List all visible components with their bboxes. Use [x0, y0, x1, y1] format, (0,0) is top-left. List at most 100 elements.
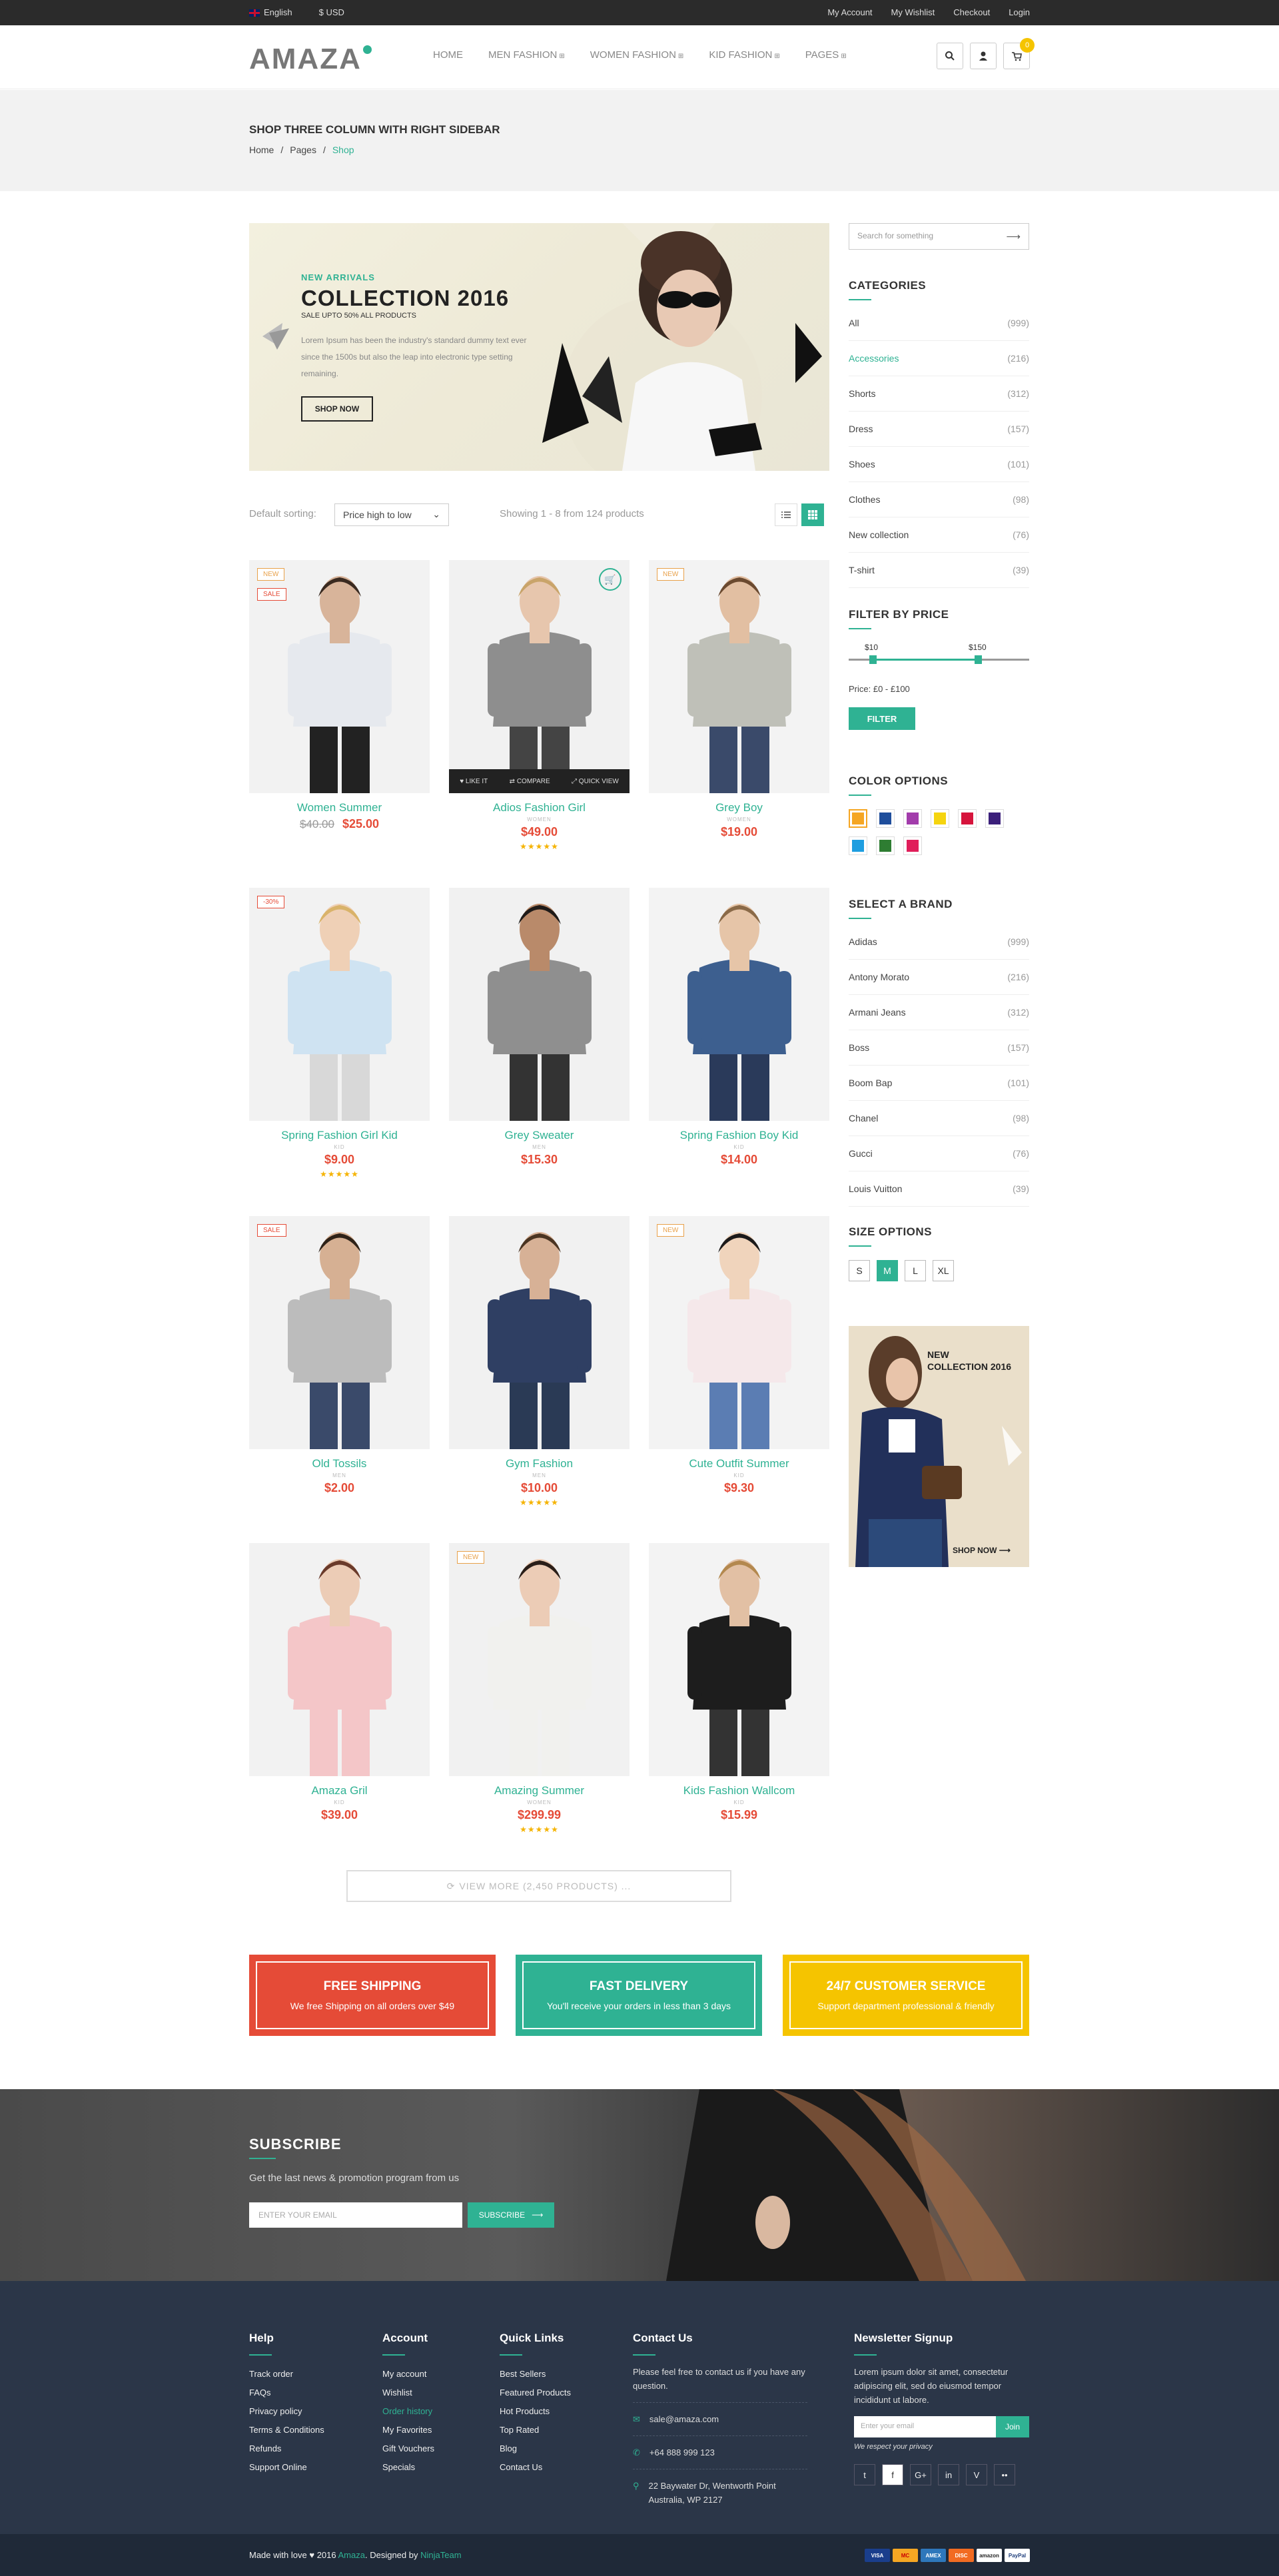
- product-card[interactable]: Gym Fashion MEN $10.00 ★★★★★: [449, 1216, 630, 1507]
- category-item[interactable]: T-shirt (39): [849, 553, 1029, 588]
- category-item[interactable]: Shoes (101): [849, 447, 1029, 482]
- flickr-icon[interactable]: ••: [994, 2464, 1015, 2485]
- color-swatch[interactable]: [931, 809, 949, 828]
- footer-link[interactable]: Wishlist: [382, 2384, 434, 2402]
- footer-link[interactable]: Support Online: [249, 2458, 324, 2477]
- my-wishlist-link[interactable]: My Wishlist: [891, 7, 935, 17]
- color-swatch[interactable]: [903, 836, 922, 855]
- color-swatch[interactable]: [876, 836, 895, 855]
- product-name[interactable]: Kids Fashion Wallcom: [649, 1784, 829, 1797]
- newsletter-join-button[interactable]: Join: [996, 2416, 1029, 2437]
- brand-item[interactable]: Boss (157): [849, 1030, 1029, 1066]
- footer-link[interactable]: Best Sellers: [500, 2365, 571, 2384]
- cart-button[interactable]: 0: [1003, 38, 1035, 69]
- product-card[interactable]: SALE Old Tossils MEN $2.00: [249, 1216, 430, 1495]
- subscribe-email-input[interactable]: ENTER YOUR EMAIL: [249, 2202, 462, 2228]
- category-item[interactable]: Accessories (216): [849, 341, 1029, 376]
- size-m[interactable]: M: [877, 1260, 898, 1281]
- list-view-button[interactable]: [775, 503, 797, 526]
- checkout-link[interactable]: Checkout: [953, 7, 990, 17]
- product-name[interactable]: Old Tossils: [249, 1457, 430, 1470]
- product-card[interactable]: Grey Sweater MEN $15.30: [449, 888, 630, 1167]
- size-s[interactable]: S: [849, 1260, 870, 1281]
- color-swatch[interactable]: [903, 809, 922, 828]
- footer-link[interactable]: Refunds: [249, 2439, 324, 2458]
- product-card[interactable]: Kids Fashion Wallcom KID $15.99: [649, 1543, 829, 1822]
- product-card[interactable]: 🛒 ♥ LIKE IT ⇄ COMPARE ⤢ QUICK VIEW Adios…: [449, 560, 630, 851]
- sidebar-search-input[interactable]: Search for something ⟶: [849, 223, 1029, 250]
- category-item[interactable]: Shorts (312): [849, 376, 1029, 412]
- product-name[interactable]: Adios Fashion Girl: [449, 801, 630, 814]
- login-link[interactable]: Login: [1009, 7, 1030, 17]
- category-item[interactable]: Dress (157): [849, 412, 1029, 447]
- google-plus-icon[interactable]: G+: [910, 2464, 931, 2485]
- grid-view-button[interactable]: [801, 503, 824, 526]
- product-name[interactable]: Cute Outfit Summer: [649, 1457, 829, 1470]
- compare-button[interactable]: ⇄ COMPARE: [510, 778, 550, 785]
- product-name[interactable]: Grey Sweater: [449, 1129, 630, 1142]
- product-image-frame[interactable]: NEW SALE: [249, 560, 430, 793]
- color-swatch[interactable]: [985, 809, 1004, 828]
- color-swatch[interactable]: [849, 836, 867, 855]
- nav-men-fashion[interactable]: MEN FASHION ⊞: [488, 49, 565, 61]
- size-xl[interactable]: XL: [933, 1260, 954, 1281]
- footer-link[interactable]: Gift Vouchers: [382, 2439, 434, 2458]
- footer-link[interactable]: Featured Products: [500, 2384, 571, 2402]
- linkedin-icon[interactable]: in: [938, 2464, 959, 2485]
- brand-item[interactable]: Gucci (76): [849, 1136, 1029, 1171]
- brand-item[interactable]: Adidas (999): [849, 924, 1029, 960]
- product-name[interactable]: Gym Fashion: [449, 1457, 630, 1470]
- nav-women-fashion[interactable]: WOMEN FASHION ⊞: [590, 49, 684, 61]
- add-to-cart-icon[interactable]: 🛒: [599, 568, 622, 591]
- product-name[interactable]: Spring Fashion Boy Kid: [649, 1129, 829, 1142]
- footer-link[interactable]: Top Rated: [500, 2421, 571, 2439]
- banner-shop-now-button[interactable]: SHOP NOW: [301, 396, 373, 422]
- product-image-frame[interactable]: NEW: [649, 560, 829, 793]
- product-image-frame[interactable]: SALE: [249, 1216, 430, 1449]
- footer-link[interactable]: My Favorites: [382, 2421, 434, 2439]
- product-name[interactable]: Amaza Gril: [249, 1784, 430, 1797]
- footer-link[interactable]: Privacy policy: [249, 2402, 324, 2421]
- price-max-handle[interactable]: [975, 655, 982, 664]
- sort-select[interactable]: Price high to low ⌄: [334, 503, 449, 526]
- product-image-frame[interactable]: [649, 888, 829, 1121]
- brand-link[interactable]: Amaza: [338, 2550, 365, 2560]
- category-item[interactable]: All (999): [849, 306, 1029, 341]
- color-swatch[interactable]: [849, 809, 867, 828]
- sidebar-ad-shop-now[interactable]: SHOP NOW ⟶: [953, 1546, 1011, 1555]
- footer-link[interactable]: My account: [382, 2365, 434, 2384]
- product-name[interactable]: Amazing Summer: [449, 1784, 630, 1797]
- language-selector[interactable]: English: [249, 7, 292, 17]
- product-card[interactable]: Spring Fashion Boy Kid KID $14.00: [649, 888, 829, 1167]
- designer-link[interactable]: NinjaTeam: [420, 2550, 461, 2560]
- footer-link[interactable]: Order history: [382, 2402, 434, 2421]
- price-min-handle[interactable]: [869, 655, 877, 664]
- breadcrumb-pages[interactable]: Pages: [290, 145, 316, 155]
- quick-view-button[interactable]: ⤢ QUICK VIEW: [572, 778, 619, 785]
- product-name[interactable]: Women Summer: [249, 801, 430, 814]
- footer-link[interactable]: Contact Us: [500, 2458, 571, 2477]
- brand-item[interactable]: Antony Morato (216): [849, 960, 1029, 995]
- nav-home[interactable]: HOME: [433, 49, 463, 61]
- view-more-button[interactable]: ⟳ VIEW MORE (2,450 PRODUCTS) ...: [346, 1870, 731, 1902]
- breadcrumb-home[interactable]: Home: [249, 145, 274, 155]
- footer-link[interactable]: Blog: [500, 2439, 571, 2458]
- facebook-icon[interactable]: f: [882, 2464, 903, 2485]
- product-image-frame[interactable]: [449, 888, 630, 1121]
- footer-link[interactable]: Specials: [382, 2458, 434, 2477]
- brand-item[interactable]: Armani Jeans (312): [849, 995, 1029, 1030]
- nav-kid-fashion[interactable]: KID FASHION ⊞: [709, 49, 779, 61]
- size-l[interactable]: L: [905, 1260, 926, 1281]
- product-card[interactable]: NEW Cute Outfit Summer KID $9.30: [649, 1216, 829, 1495]
- footer-link[interactable]: Track order: [249, 2365, 324, 2384]
- search-button[interactable]: [937, 43, 963, 69]
- product-image-frame[interactable]: [249, 1543, 430, 1776]
- product-name[interactable]: Spring Fashion Girl Kid: [249, 1129, 430, 1142]
- brand-item[interactable]: Chanel (98): [849, 1101, 1029, 1136]
- price-slider[interactable]: $10 $150: [849, 643, 1029, 683]
- footer-link[interactable]: Terms & Conditions: [249, 2421, 324, 2439]
- footer-link[interactable]: FAQs: [249, 2384, 324, 2402]
- account-button[interactable]: [970, 43, 997, 69]
- category-item[interactable]: Clothes (98): [849, 482, 1029, 517]
- my-account-link[interactable]: My Account: [827, 7, 872, 17]
